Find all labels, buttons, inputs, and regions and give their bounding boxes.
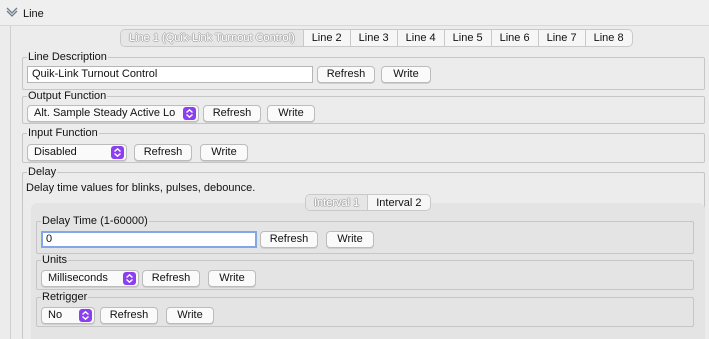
units-refresh-button[interactable]: Refresh xyxy=(142,270,200,287)
line-description-refresh-button[interactable]: Refresh xyxy=(317,66,375,83)
tab-line-2[interactable]: Line 2 xyxy=(304,30,351,46)
select-arrows-icon xyxy=(79,309,92,322)
output-function-select[interactable]: Alt. Sample Steady Active Lo xyxy=(27,105,199,122)
tab-line-8[interactable]: Line 8 xyxy=(586,30,632,46)
input-function-write-button[interactable]: Write xyxy=(200,144,248,161)
output-function-value: Alt. Sample Steady Active Lo xyxy=(34,107,176,119)
tab-line-7[interactable]: Line 7 xyxy=(539,30,586,46)
input-function-legend: Input Function xyxy=(27,127,99,139)
section-title: Line xyxy=(23,8,44,20)
delay-time-group: Delay Time (1-60000) 0 Refresh Write xyxy=(36,215,694,254)
line-description-write-button[interactable]: Write xyxy=(381,66,431,83)
delay-description: Delay time values for blinks, pulses, de… xyxy=(26,182,256,194)
select-arrows-icon xyxy=(123,272,136,285)
delay-time-legend: Delay Time (1-60000) xyxy=(41,215,149,227)
delay-time-refresh-button[interactable]: Refresh xyxy=(260,231,318,248)
retrigger-select[interactable]: No xyxy=(41,307,95,324)
line-tab-bar: Line 1 (Quik-Link Turnout Control) Line … xyxy=(120,29,633,47)
input-function-select[interactable]: Disabled xyxy=(27,144,127,161)
retrigger-group: Retrigger No Refresh Write xyxy=(36,291,694,327)
units-write-button[interactable]: Write xyxy=(208,270,256,287)
retrigger-refresh-button[interactable]: Refresh xyxy=(100,307,158,324)
chevron-down-icon[interactable] xyxy=(6,6,18,18)
units-select[interactable]: Milliseconds xyxy=(41,270,139,287)
tab-interval-1[interactable]: Interval 1 xyxy=(306,195,369,210)
tab-interval-2[interactable]: Interval 2 xyxy=(368,195,429,210)
line-description-group: Line Description Quik-Link Turnout Contr… xyxy=(22,51,705,90)
retrigger-legend: Retrigger xyxy=(41,291,89,303)
output-function-refresh-button[interactable]: Refresh xyxy=(203,105,261,122)
interval-panel: Delay Time (1-60000) 0 Refresh Write Uni… xyxy=(31,203,705,339)
input-function-refresh-button[interactable]: Refresh xyxy=(134,144,192,161)
interval-tab-bar: Interval 1 Interval 2 xyxy=(305,194,431,211)
divider xyxy=(10,26,11,339)
tab-line-6[interactable]: Line 6 xyxy=(492,30,539,46)
output-function-group: Output Function Alt. Sample Steady Activ… xyxy=(22,90,705,124)
tab-line-4[interactable]: Line 4 xyxy=(398,30,445,46)
tab-line-3[interactable]: Line 3 xyxy=(351,30,398,46)
retrigger-write-button[interactable]: Write xyxy=(166,307,214,324)
delay-time-field[interactable]: 0 xyxy=(41,231,257,248)
delay-legend: Delay xyxy=(27,166,58,178)
input-function-value: Disabled xyxy=(34,146,77,158)
retrigger-value: No xyxy=(48,309,63,321)
select-arrows-icon xyxy=(183,107,196,120)
units-group: Units Milliseconds Refresh Write xyxy=(36,254,694,290)
input-function-group: Input Function Disabled Refresh Write xyxy=(22,127,705,163)
line-section-header[interactable]: Line xyxy=(0,0,709,26)
select-arrows-icon xyxy=(111,146,124,159)
line-description-field[interactable]: Quik-Link Turnout Control xyxy=(27,66,313,83)
units-value: Milliseconds xyxy=(48,272,108,284)
tab-line-5[interactable]: Line 5 xyxy=(445,30,492,46)
tab-line-1[interactable]: Line 1 (Quik-Link Turnout Control) xyxy=(121,30,304,46)
delay-time-write-button[interactable]: Write xyxy=(326,231,374,248)
units-legend: Units xyxy=(41,254,69,266)
line-description-legend: Line Description xyxy=(27,51,108,63)
output-function-write-button[interactable]: Write xyxy=(267,105,315,122)
output-function-legend: Output Function xyxy=(27,90,108,102)
